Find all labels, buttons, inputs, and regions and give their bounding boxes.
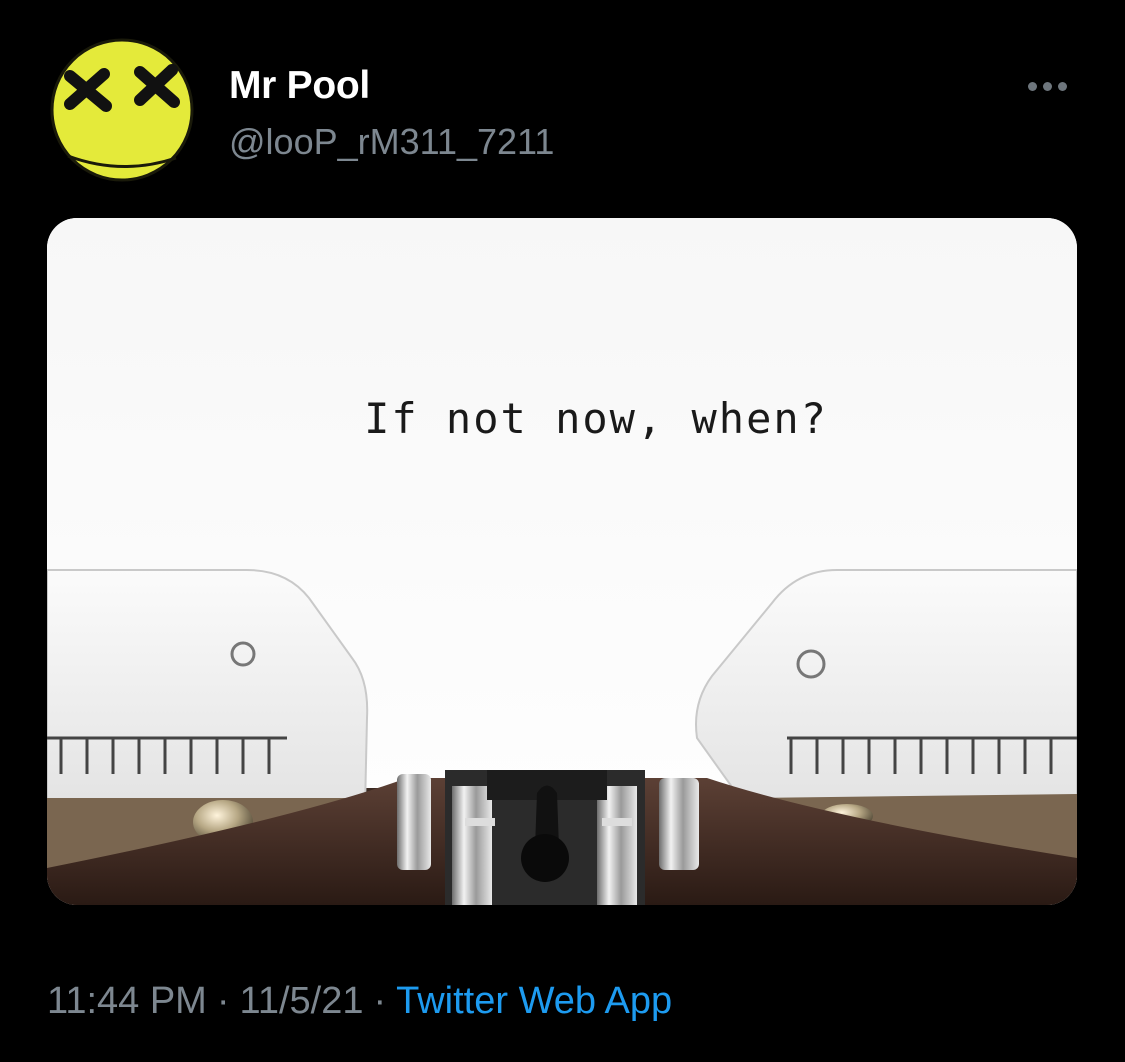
avatar-image bbox=[50, 38, 194, 182]
typewriter-illustration bbox=[47, 218, 1077, 905]
display-name[interactable]: Mr Pool bbox=[229, 64, 370, 108]
tweet-media-image[interactable]: If not now, when? bbox=[47, 218, 1077, 905]
avatar[interactable] bbox=[48, 36, 196, 184]
tweet-time[interactable]: 11:44 PM bbox=[47, 980, 207, 1023]
separator: · bbox=[373, 980, 387, 1022]
more-options-icon[interactable] bbox=[1018, 66, 1076, 106]
tweet-source-link[interactable]: Twitter Web App bbox=[396, 980, 672, 1023]
tweet-metadata: 11:44 PM · 11/5/21 · Twitter Web App bbox=[47, 980, 672, 1023]
separator: · bbox=[216, 980, 230, 1022]
typed-quote-text: If not now, when? bbox=[364, 394, 828, 443]
user-handle[interactable]: @looP_rM311_7211 bbox=[229, 121, 554, 163]
tweet-date[interactable]: 11/5/21 bbox=[240, 980, 364, 1023]
